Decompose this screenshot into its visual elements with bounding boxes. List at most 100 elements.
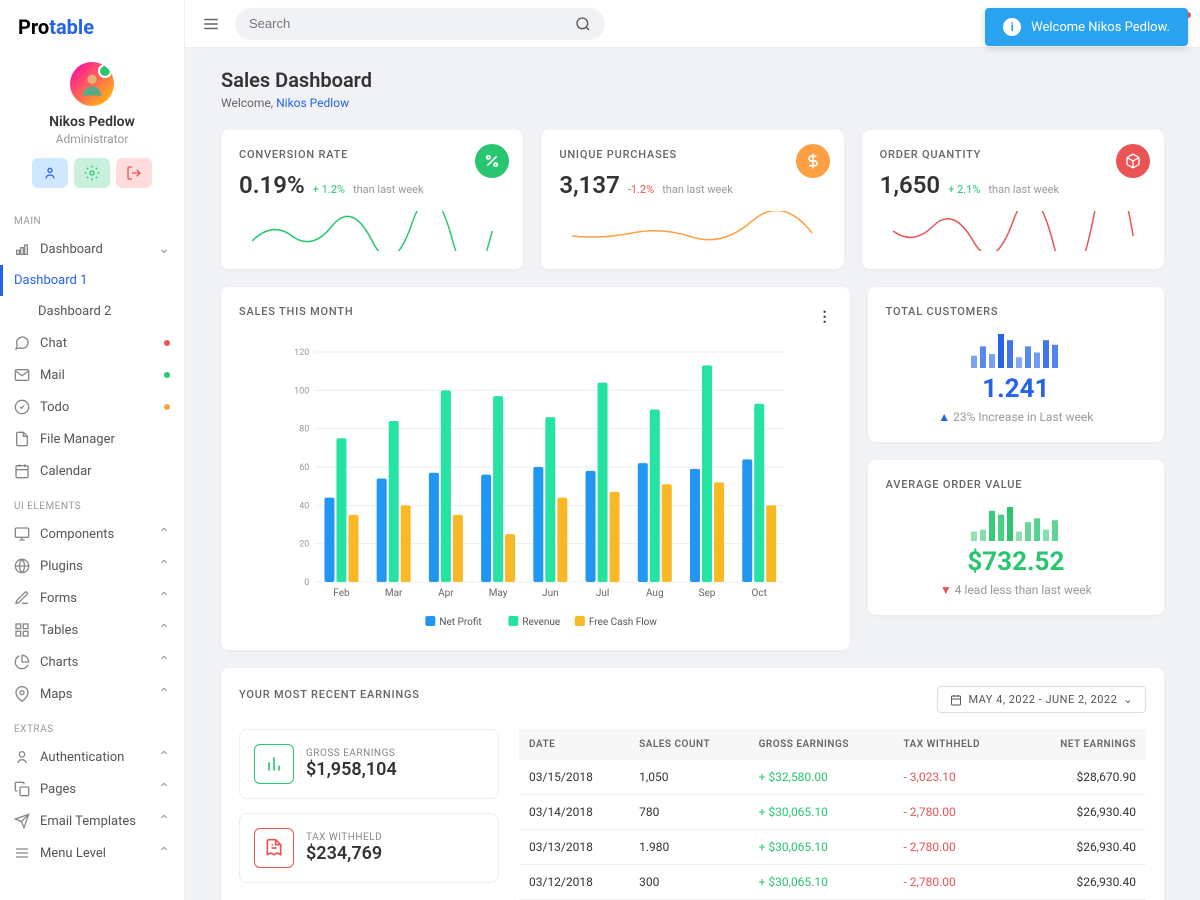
nav-tables[interactable]: Tables⌃ (0, 614, 184, 646)
chevron-icon: ⌃ (158, 749, 170, 765)
date-range-button[interactable]: MAY 4, 2022 - JUNE 2, 2022 ⌄ (937, 686, 1146, 713)
svg-text:Revenue: Revenue (522, 617, 560, 628)
nav-plugins[interactable]: Plugins⌃ (0, 550, 184, 582)
nav-components[interactable]: Components⌃ (0, 518, 184, 550)
nav-forms[interactable]: Forms⌃ (0, 582, 184, 614)
sales-chart-card: SALES THIS MONTH ⋮ 020406080100120FebMar… (221, 287, 850, 650)
monitor-icon (14, 526, 30, 542)
copy-icon (14, 781, 30, 797)
nav-dashboard-2[interactable]: Dashboard 2 (0, 296, 184, 327)
nav-dashboard-1[interactable]: Dashboard 1 (0, 265, 184, 296)
profile-btn-logout[interactable] (116, 158, 152, 188)
calendar-icon (14, 463, 30, 479)
check-circle-icon (14, 399, 30, 415)
sparkline (239, 211, 505, 251)
svg-text:Mar: Mar (385, 588, 403, 599)
nav-section-ui: UI ELEMENTS (0, 487, 184, 518)
svg-text:May: May (489, 588, 508, 599)
card-menu-icon[interactable]: ⋮ (818, 309, 832, 325)
bar-chart-icon (254, 744, 294, 784)
nav-todo[interactable]: Todo (0, 391, 184, 423)
svg-text:Free Cash Flow: Free Cash Flow (589, 617, 658, 628)
svg-text:20: 20 (299, 540, 309, 550)
sparkline (559, 211, 825, 251)
chevron-icon: ⌃ (158, 781, 170, 797)
user-icon (14, 749, 30, 765)
nav-menu-level[interactable]: Menu Level⌃ (0, 837, 184, 869)
nav-section-extras: EXTRAS (0, 710, 184, 741)
chat-icon (14, 335, 30, 351)
nav-section-main: MAIN (0, 202, 184, 233)
menu-toggle[interactable] (197, 10, 225, 38)
sidebar: Protable Nikos Pedlow Administrator MAIN… (0, 0, 185, 900)
table-row[interactable]: 03/12/2018300+ $30,065.10- 2,780.00$26,9… (519, 865, 1146, 900)
file-icon (14, 431, 30, 447)
gross-earnings-summary: GROSS EARNINGS$1,958,104 (239, 729, 499, 799)
chevron-icon: ⌃ (158, 558, 170, 574)
chevron-icon: ⌃ (158, 654, 170, 670)
mini-bar-chart (966, 501, 1066, 541)
nav-mail[interactable]: Mail (0, 359, 184, 391)
nav-dashboard[interactable]: Dashboard ⌄ (0, 233, 184, 265)
nav-pages[interactable]: Pages⌃ (0, 773, 184, 805)
chevron-down-icon: ⌄ (158, 241, 170, 257)
welcome-user-link[interactable]: Nikos Pedlow (276, 96, 349, 110)
nav-auth[interactable]: Authentication⌃ (0, 741, 184, 773)
page-welcome: Welcome, Nikos Pedlow (221, 96, 1164, 110)
svg-text:80: 80 (299, 425, 309, 435)
nav-maps[interactable]: Maps⌃ (0, 678, 184, 710)
svg-text:0: 0 (304, 578, 309, 588)
svg-text:Oct: Oct (752, 588, 767, 599)
svg-text:Feb: Feb (333, 588, 350, 599)
nav-charts[interactable]: Charts⌃ (0, 646, 184, 678)
status-dot (164, 340, 170, 346)
calendar-icon (950, 694, 962, 706)
nav-file-manager[interactable]: File Manager (0, 423, 184, 455)
info-icon: i (1003, 18, 1021, 36)
dollar-icon (796, 144, 830, 178)
edit-icon (14, 590, 30, 606)
search-icon (575, 16, 591, 32)
nav-chat[interactable]: Chat (0, 327, 184, 359)
sparkline (880, 211, 1146, 251)
kpi-quantity: ORDER QUANTITY 1,650+ 2.1%than last week (862, 130, 1164, 269)
box-icon (1116, 144, 1150, 178)
svg-text:120: 120 (294, 348, 309, 358)
chevron-icon: ⌃ (158, 622, 170, 638)
sales-bar-chart: 020406080100120FebMarAprMayJunJulAugSepO… (239, 342, 832, 632)
table-row[interactable]: 03/15/20181,050+ $32,580.00- 3,023.10$28… (519, 760, 1146, 795)
mail-icon (14, 367, 30, 383)
toast[interactable]: i Welcome Nikos Pedlow. (985, 8, 1188, 46)
chevron-icon: ⌃ (158, 845, 170, 861)
grid-icon (14, 622, 30, 638)
svg-text:100: 100 (294, 386, 309, 396)
nav-email-templates[interactable]: Email Templates⌃ (0, 805, 184, 837)
map-pin-icon (14, 686, 30, 702)
receipt-icon (254, 828, 294, 868)
profile-block: Nikos Pedlow Administrator (0, 54, 184, 202)
send-icon (14, 813, 30, 829)
chevron-icon: ⌃ (158, 686, 170, 702)
menu-icon (14, 845, 30, 861)
search-box[interactable] (235, 8, 605, 40)
brand-logo[interactable]: Protable (0, 0, 184, 54)
table-row[interactable]: 03/14/2018780+ $30,065.10- 2,780.00$26,9… (519, 795, 1146, 830)
globe-icon (14, 558, 30, 574)
chart-bar-icon (14, 241, 30, 257)
kpi-conversion: CONVERSION RATE 0.19%+ 1.2%than last wee… (221, 130, 523, 269)
earnings-card: YOUR MOST RECENT EARNINGS MAY 4, 2022 - … (221, 668, 1164, 900)
nav-calendar[interactable]: Calendar (0, 455, 184, 487)
profile-btn-settings[interactable] (74, 158, 110, 188)
table-row[interactable]: 03/13/20181.980+ $30,065.10- 2,780.00$26… (519, 830, 1146, 865)
search-input[interactable] (249, 16, 575, 31)
svg-text:Jun: Jun (542, 588, 559, 599)
profile-name: Nikos Pedlow (0, 114, 184, 130)
svg-text:Sep: Sep (699, 588, 716, 599)
aov-card: AVERAGE ORDER VALUE $732.52 ▼ 4 lead les… (868, 460, 1164, 615)
svg-text:60: 60 (299, 463, 309, 473)
mini-bar-chart (966, 328, 1066, 368)
topbar: i Welcome Nikos Pedlow. (185, 0, 1200, 48)
avatar[interactable] (70, 62, 114, 106)
profile-btn-user[interactable] (32, 158, 68, 188)
status-dot (164, 404, 170, 410)
